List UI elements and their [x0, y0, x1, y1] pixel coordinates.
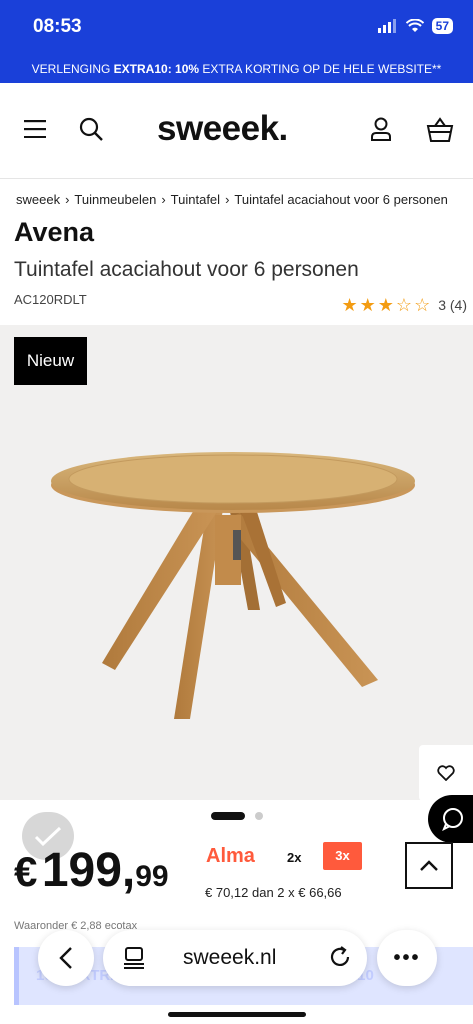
chat-bubble-icon [442, 808, 463, 831]
more-dots-icon: ••• [393, 946, 421, 969]
chevron-left-icon [59, 947, 72, 969]
reader-mode-icon[interactable] [123, 946, 145, 970]
star-filled-icon: ★ [341, 295, 358, 315]
chevron-right-icon: › [65, 192, 70, 207]
promo-bar[interactable]: VERLENGING EXTRA10: 10% EXTRA KORTING OP… [0, 58, 473, 83]
price-decimal: 99 [135, 860, 169, 893]
status-time: 08:53 [33, 16, 82, 37]
breadcrumb-item-garden-table[interactable]: Tuintafel [171, 192, 220, 207]
star-empty-icon: ☆ [414, 295, 431, 315]
product-title: Tuintafel acaciahout voor 6 personen [14, 258, 359, 281]
menu-icon[interactable] [24, 120, 46, 138]
carousel-indicator[interactable] [211, 812, 263, 820]
product-price: € 199,99 [14, 843, 169, 898]
browser-url: sweeek.nl [183, 946, 277, 969]
review-count: 3 (4) [438, 297, 467, 313]
alma-installment-info: € 70,12 dan 2 x € 66,66 [205, 885, 342, 900]
product-image-table [51, 452, 415, 719]
promo-prefix: VERLENGING [31, 62, 114, 76]
product-sku: AC120RDLT [14, 292, 87, 307]
breadcrumb-item-garden-furniture[interactable]: Tuinmeubelen [74, 192, 156, 207]
star-empty-icon: ☆ [395, 295, 413, 315]
breadcrumb: sweeek › Tuinmeubelen › Tuintafel › Tuintafel … [16, 192, 448, 207]
browser-more-button[interactable]: ••• [377, 930, 437, 986]
wifi-icon [405, 19, 424, 32]
browser-back-button[interactable] [38, 930, 94, 986]
chevron-up-icon [420, 859, 438, 871]
chevron-right-icon: › [225, 192, 230, 207]
product-image-carousel[interactable] [0, 325, 473, 800]
banner-accent-line [14, 947, 19, 1005]
signal-icon [377, 19, 396, 33]
account-icon[interactable] [370, 117, 392, 141]
scroll-to-top-button[interactable] [405, 842, 453, 889]
breadcrumb-item-home[interactable]: sweeek [16, 192, 60, 207]
alma-logo: Alma [206, 845, 255, 867]
status-bar: 08:53 57 [0, 0, 473, 58]
carousel-dot[interactable] [255, 812, 263, 820]
new-badge: Nieuw [14, 337, 87, 385]
star-filled-icon: ★ [377, 295, 394, 315]
heart-icon [437, 765, 455, 781]
site-header: sweeek. [0, 83, 473, 179]
product-brand: Avena [14, 217, 95, 247]
carousel-dot-active[interactable] [211, 812, 245, 820]
status-icons: 57 [377, 18, 453, 34]
reload-icon[interactable] [328, 945, 352, 969]
basket-icon[interactable] [426, 117, 454, 143]
browser-address-bar[interactable]: sweeek.nl [103, 930, 367, 986]
sweeek-logo[interactable]: sweeek. [157, 109, 288, 149]
alma-option-2x[interactable]: 2x [287, 850, 301, 865]
wishlist-button[interactable] [419, 745, 473, 801]
price-currency: € [14, 848, 38, 895]
ecotax-note: Waaronder € 2,88 ecotax [14, 920, 138, 932]
chat-button[interactable] [428, 795, 473, 843]
breadcrumb-item-current: Tuintafel acaciahout voor 6 personen [234, 192, 448, 207]
chevron-right-icon: › [161, 192, 166, 207]
home-indicator [168, 1012, 306, 1017]
search-icon[interactable] [79, 117, 103, 141]
promo-suffix: EXTRA KORTING OP DE HELE WEBSITE** [199, 62, 442, 76]
product-rating[interactable]: ★ ★ ★ ☆ ☆ 3 (4) [342, 296, 468, 314]
price-integer: 199, [41, 844, 136, 897]
star-filled-icon: ★ [359, 295, 376, 315]
promo-code: EXTRA10: 10% [113, 62, 200, 76]
battery-icon: 57 [431, 18, 453, 34]
alma-option-3x[interactable]: 3x [323, 842, 362, 870]
